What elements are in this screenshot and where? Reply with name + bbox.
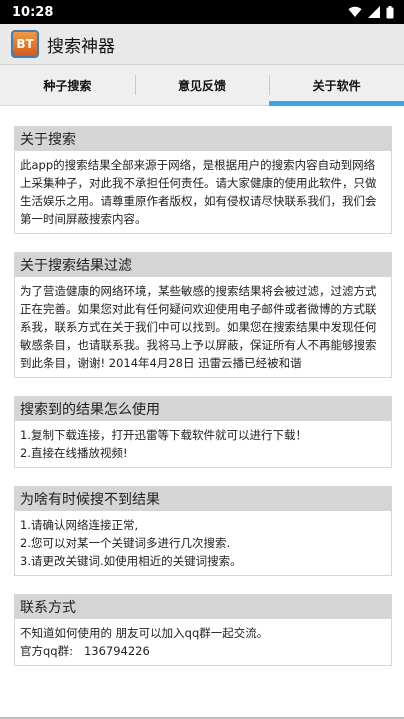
text-line: 不知道如何使用的 朋友可以加入qq群一起交流。 <box>20 626 269 640</box>
section-title: 搜索到的结果怎么使用 <box>15 397 391 421</box>
section-title: 关于搜索 <box>15 127 391 151</box>
app-bar: BT 搜索神器 <box>0 24 404 65</box>
tab-about[interactable]: 关于软件 <box>269 65 404 106</box>
signal-icon <box>368 6 380 18</box>
section-no-results: 为啥有时候搜不到结果 1.请确认网络连接正常, 2.您可以对某一个关键词多进行几… <box>14 486 392 576</box>
wifi-icon <box>348 6 362 18</box>
section-title: 关于搜索结果过滤 <box>15 253 391 277</box>
battery-icon <box>386 5 394 18</box>
text-line: 1.复制下载连接，打开迅雷等下载软件就可以进行下载！ <box>20 428 307 442</box>
tab-bar: 种子搜索 意见反馈 关于软件 <box>0 65 404 106</box>
text-line: 2.直接在线播放视频! <box>20 446 128 460</box>
app-title: 搜索神器 <box>47 36 115 57</box>
section-result-filter: 关于搜索结果过滤 为了营造健康的网络环境，某些敏感的搜索结果将会被过滤，过滤方式… <box>14 252 392 378</box>
tab-feedback[interactable]: 意见反馈 <box>134 65 270 105</box>
text-line: 3.请更改关键词.如使用相近的关键词搜索。 <box>20 554 242 568</box>
section-how-to-use: 搜索到的结果怎么使用 1.复制下载连接，打开迅雷等下载软件就可以进行下载！ 2.… <box>14 396 392 468</box>
status-icons <box>348 5 394 19</box>
status-bar: 10:28 <box>0 0 404 24</box>
text-line: 1.请确认网络连接正常, <box>20 518 139 532</box>
tab-torrent-search[interactable]: 种子搜索 <box>0 65 135 105</box>
qq-group-line: 官方qq群: 136794226 <box>20 644 150 658</box>
section-text: 1.请确认网络连接正常, 2.您可以对某一个关键词多进行几次搜索. 3.请更改关… <box>15 511 391 575</box>
section-text: 不知道如何使用的 朋友可以加入qq群一起交流。 官方qq群: 136794226 <box>15 619 391 665</box>
section-text: 为了营造健康的网络环境，某些敏感的搜索结果将会被过滤，过滤方式正在完善。如果您对… <box>20 284 377 370</box>
section-text: 此app的搜索结果全部来源于网络，是根据用户的搜索内容自动到网络上采集种子，对此… <box>20 158 377 226</box>
about-content[interactable]: 关于搜索 此app的搜索结果全部来源于网络，是根据用户的搜索内容自动到网络上采集… <box>0 106 404 666</box>
status-time: 10:28 <box>12 4 54 20</box>
section-title: 为啥有时候搜不到结果 <box>15 487 391 511</box>
section-title: 联系方式 <box>15 595 391 619</box>
app-logo-icon: BT <box>11 30 39 58</box>
section-text: 1.复制下载连接，打开迅雷等下载软件就可以进行下载！ 2.直接在线播放视频! <box>15 421 391 467</box>
section-about-search: 关于搜索 此app的搜索结果全部来源于网络，是根据用户的搜索内容自动到网络上采集… <box>14 126 392 234</box>
text-line: 2.您可以对某一个关键词多进行几次搜索. <box>20 536 231 550</box>
section-contact: 联系方式 不知道如何使用的 朋友可以加入qq群一起交流。 官方qq群: 1367… <box>14 594 392 666</box>
